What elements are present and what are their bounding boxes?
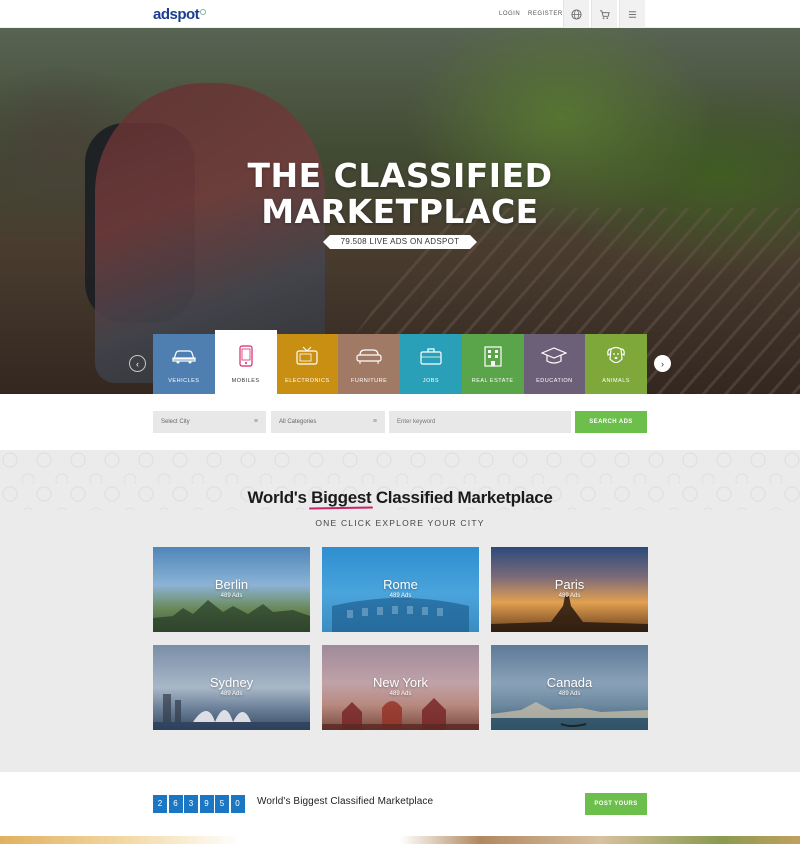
- city-card-paris[interactable]: Paris 489 Ads: [491, 547, 648, 632]
- list-icon: ≡: [253, 418, 258, 425]
- live-ads-badge: 79.508 LIVE ADS ON ADSPOT: [323, 235, 477, 249]
- hero-title: THE CLASSIFIED MARKETPLACE: [247, 156, 553, 231]
- site-header: adspot LOGIN REGISTER: [0, 0, 800, 28]
- chevron-left-icon: ‹: [136, 358, 139, 369]
- dog-icon: [607, 346, 625, 364]
- search-ads-button[interactable]: SEARCH ADS: [575, 411, 647, 433]
- sydney-opera-image: [153, 694, 310, 730]
- cart-button[interactable]: [591, 0, 617, 28]
- carousel-prev-button[interactable]: ‹: [129, 355, 146, 372]
- category-furniture[interactable]: FURNITURE: [338, 334, 400, 394]
- menu-button[interactable]: [619, 0, 645, 28]
- graduation-cap-icon: [541, 347, 568, 364]
- briefcase-icon: [420, 348, 442, 365]
- counter-digit: 5: [215, 795, 229, 813]
- berlin-skyline-image: [153, 600, 310, 632]
- canada-canal-image: [491, 702, 648, 730]
- language-button[interactable]: [563, 0, 589, 28]
- stats-strip: 2 6 3 9 5 0 World's Biggest Classified M…: [0, 772, 800, 836]
- search-bar: Select City ≡ All Categories ≡ Enter keywo…: [0, 394, 800, 450]
- city-card-sydney[interactable]: Sydney 489 Ads: [153, 645, 310, 730]
- category-carousel: VEHICLES MOBILES ELECTRONICS FURNITURE J…: [153, 330, 647, 394]
- city-card-berlin[interactable]: Berlin 489 Ads: [153, 547, 310, 632]
- rome-colosseum-image: [332, 598, 469, 632]
- category-mobiles[interactable]: MOBILES: [214, 330, 277, 394]
- category-jobs[interactable]: JOBS: [400, 334, 462, 394]
- category-electronics[interactable]: ELECTRONICS: [276, 334, 339, 394]
- sofa-icon: [356, 349, 382, 364]
- footer-banner-image: [0, 836, 800, 844]
- car-icon: [172, 350, 196, 364]
- tv-icon: [296, 346, 318, 365]
- site-logo[interactable]: adspot: [153, 6, 207, 23]
- category-animals[interactable]: ANIMALS: [585, 334, 647, 394]
- city-card-canada[interactable]: Canada 489 Ads: [491, 645, 648, 730]
- login-link[interactable]: LOGIN: [499, 11, 520, 17]
- locations-title: World's Biggest Classified Marketplace: [247, 488, 553, 507]
- hero-banner: THE CLASSIFIED MARKETPLACE 79.508 LIVE A…: [0, 28, 800, 394]
- ads-counter: 2 6 3 9 5 0: [153, 795, 246, 813]
- category-vehicles[interactable]: VEHICLES: [153, 334, 215, 394]
- counter-digit: 2: [153, 795, 167, 813]
- city-card-rome[interactable]: Rome 489 Ads: [322, 547, 479, 632]
- cart-icon: [599, 9, 610, 19]
- paris-eiffel-image: [491, 596, 648, 632]
- mobile-icon: [239, 345, 253, 367]
- counter-digit: 6: [168, 795, 183, 813]
- menu-icon: [628, 10, 637, 18]
- carousel-next-button[interactable]: ›: [654, 355, 671, 372]
- locations-subtitle: ONE CLICK EXPLORE YOUR CITY: [315, 518, 485, 528]
- category-select[interactable]: All Categories ≡: [271, 411, 385, 433]
- register-link[interactable]: REGISTER: [528, 11, 563, 17]
- city-card-new-york[interactable]: New York 489 Ads: [322, 645, 479, 730]
- counter-digit: 3: [184, 795, 198, 813]
- counter-digit: 9: [199, 795, 214, 813]
- building-icon: [484, 346, 502, 367]
- stats-text: World's Biggest Classified Marketplace: [257, 796, 434, 807]
- post-yours-button[interactable]: POST YOURS: [585, 793, 647, 815]
- chevron-right-icon: ›: [661, 358, 664, 369]
- new-york-cathedral-image: [322, 698, 479, 730]
- locations-section: World's Biggest Classified Marketplace O…: [0, 450, 800, 772]
- counter-digit: 0: [230, 795, 245, 813]
- category-education[interactable]: EDUCATION: [523, 334, 586, 394]
- list-icon: ≡: [372, 418, 377, 425]
- globe-icon: [571, 8, 582, 20]
- category-real-estate[interactable]: REAL ESTATE: [461, 334, 524, 394]
- city-select[interactable]: Select City ≡: [153, 411, 266, 433]
- keyword-input[interactable]: Enter keyword: [389, 411, 571, 433]
